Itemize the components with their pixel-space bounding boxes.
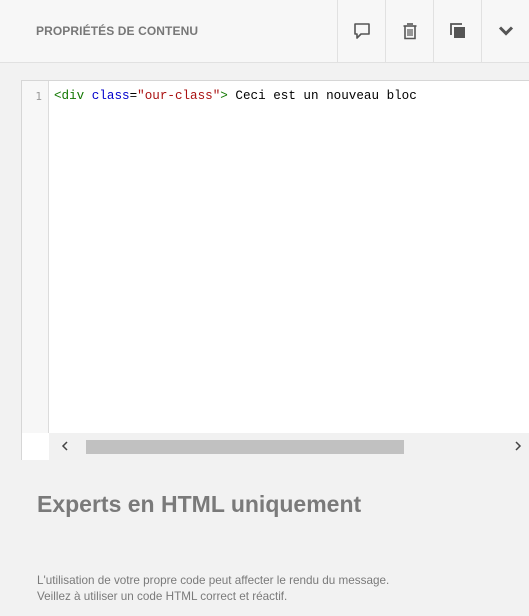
comment-button[interactable] bbox=[337, 0, 385, 62]
info-title: Experts en HTML uniquement bbox=[37, 491, 362, 517]
trash-icon bbox=[402, 22, 418, 40]
scroll-right-button[interactable] bbox=[512, 440, 524, 452]
info-line-1: L'utilisation de votre propre code peut … bbox=[37, 574, 390, 587]
content-properties-panel: PROPRIÉTÉS DE CONTENU 1 <div class="our-… bbox=[0, 0, 529, 616]
code-line[interactable]: <div class="our-class"> Ceci est un nouv… bbox=[54, 89, 417, 103]
horizontal-scrollbar[interactable] bbox=[49, 433, 529, 460]
code-tag-close: > bbox=[220, 89, 228, 103]
copy-icon bbox=[449, 22, 467, 40]
code-attribute-value: "our-class" bbox=[137, 89, 221, 103]
line-number-gutter: 1 bbox=[22, 81, 49, 433]
scrollbar-thumb[interactable] bbox=[86, 440, 404, 454]
chevron-left-icon bbox=[61, 441, 68, 451]
panel-header: PROPRIÉTÉS DE CONTENU bbox=[0, 0, 529, 63]
delete-button[interactable] bbox=[385, 0, 433, 62]
code-attribute: class bbox=[91, 89, 130, 103]
collapse-button[interactable] bbox=[481, 0, 529, 62]
chevron-right-icon bbox=[515, 441, 522, 451]
chevron-down-icon bbox=[498, 25, 514, 37]
speech-bubble-icon bbox=[353, 22, 371, 40]
scroll-left-button[interactable] bbox=[59, 440, 71, 452]
info-description: L'utilisation de votre propre code peut … bbox=[37, 573, 517, 605]
line-number: 1 bbox=[35, 90, 42, 103]
duplicate-button[interactable] bbox=[433, 0, 481, 62]
code-text: Ceci est un nouveau bloc bbox=[227, 89, 417, 103]
info-section: Experts en HTML uniquement L'utilisation… bbox=[0, 461, 529, 616]
panel-title: PROPRIÉTÉS DE CONTENU bbox=[36, 24, 199, 38]
html-code-editor[interactable]: 1 <div class="our-class"> Ceci est un no… bbox=[21, 80, 529, 460]
code-tag-open: <div bbox=[54, 89, 85, 103]
info-line-2: Veillez à utiliser un code HTML correct … bbox=[37, 590, 288, 603]
